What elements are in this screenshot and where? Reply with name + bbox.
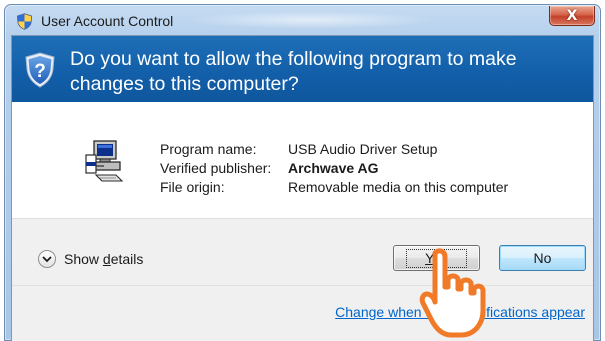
svg-text:?: ? — [34, 61, 46, 82]
hand-pointer-cursor-icon — [419, 248, 486, 338]
program-details: Program name: USB Audio Driver Setup Ver… — [160, 140, 508, 197]
title-glass-highlight — [185, 11, 435, 29]
title-bar[interactable]: User Account Control X — [5, 5, 600, 35]
detail-row-program-name: Program name: USB Audio Driver Setup — [160, 140, 508, 159]
show-details-toggle[interactable] — [38, 250, 56, 268]
shield-question-icon: ? — [25, 52, 55, 88]
show-details-link[interactable]: Show details — [64, 250, 143, 268]
publisher-value: Archwave AG — [288, 160, 379, 176]
uac-dialog-window: User Account Control X ? Do you want to … — [4, 4, 601, 341]
uac-shield-icon — [16, 13, 33, 30]
question-header: ? Do you want to allow the following pro… — [12, 36, 593, 102]
detail-label: Program name: — [160, 141, 257, 157]
question-text: Do you want to allow the following progr… — [70, 48, 517, 95]
show-details-text: Show — [64, 251, 103, 267]
program-info-panel: Program name: USB Audio Driver Setup Ver… — [12, 102, 593, 218]
close-icon: X — [566, 7, 578, 24]
chevron-down-icon — [42, 255, 52, 262]
footer-divider — [12, 285, 593, 286]
window-title: User Account Control — [41, 13, 174, 29]
screenshot-stage: User Account Control X ? Do you want to … — [0, 0, 605, 341]
no-button[interactable]: No — [499, 245, 586, 271]
dialog-client-area: ? Do you want to allow the following pro… — [11, 35, 594, 341]
detail-row-file-origin: File origin: Removable media on this com… — [160, 178, 508, 197]
no-button-label: No — [533, 250, 552, 266]
setup-program-icon — [85, 140, 124, 182]
detail-label: Verified publisher: — [160, 160, 272, 176]
close-button[interactable]: X — [549, 6, 595, 26]
file-origin-value: Removable media on this computer — [288, 179, 509, 195]
program-name-value: USB Audio Driver Setup — [288, 141, 438, 157]
detail-row-publisher: Verified publisher: Archwave AG — [160, 159, 508, 178]
show-details-accel: d — [102, 251, 111, 267]
show-details-text: etails — [110, 251, 144, 267]
detail-label: File origin: — [160, 179, 225, 195]
dialog-footer: Show details Yes No Change when these no… — [12, 218, 593, 341]
